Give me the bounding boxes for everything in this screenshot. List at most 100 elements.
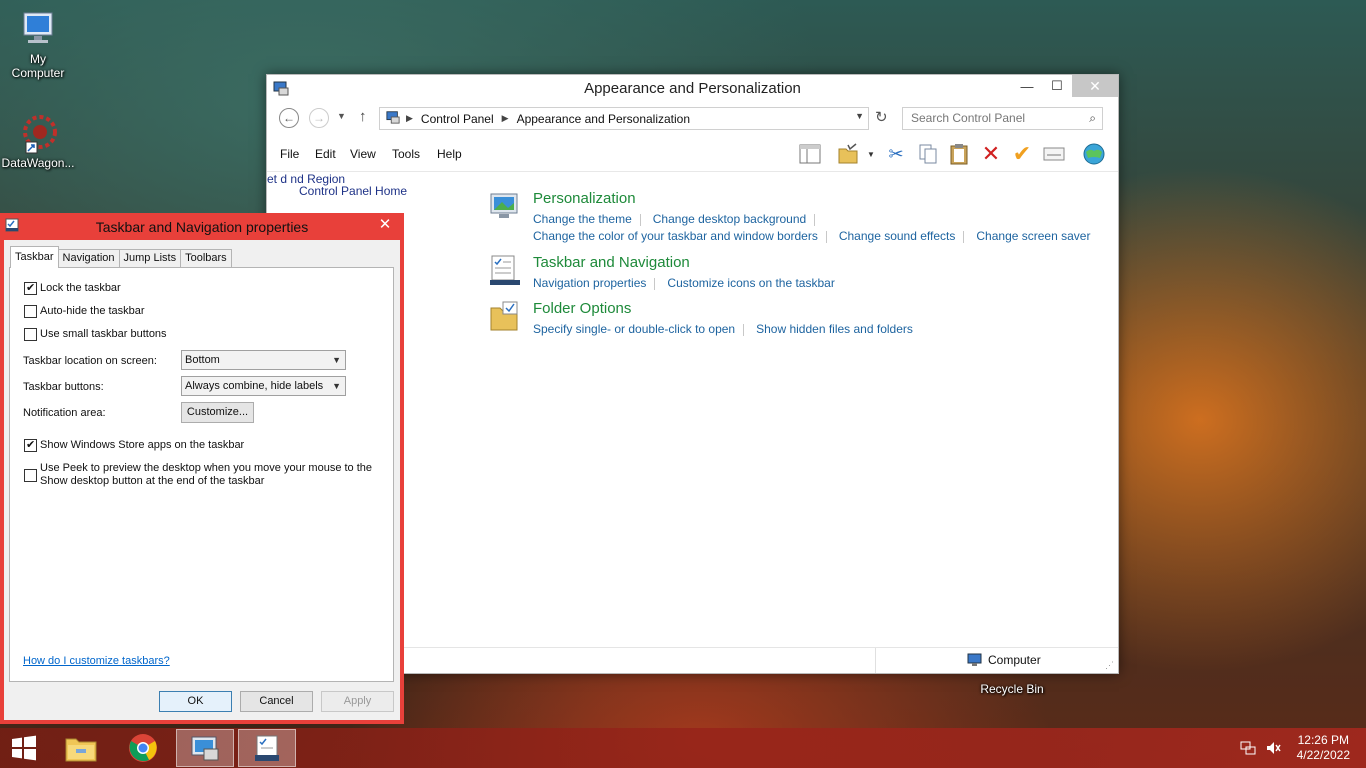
folder-options-icon	[489, 300, 521, 332]
desktop-icon-recycle-bin[interactable]: Recycle Bin	[974, 674, 1050, 696]
volume-muted-icon[interactable]	[1265, 740, 1281, 759]
back-icon[interactable]: ←	[279, 108, 299, 128]
search-icon[interactable]: ⌕	[1089, 108, 1096, 129]
paste-icon[interactable]	[946, 141, 972, 167]
checkbox-peek[interactable]: Use Peek to preview the desktop when you…	[24, 462, 372, 488]
taskbar-chrome[interactable]	[114, 729, 172, 767]
up-icon[interactable]: ↑	[359, 108, 367, 125]
resize-grip-icon[interactable]: ⋰	[1105, 660, 1114, 671]
tab-toolbars[interactable]: Toolbars	[180, 249, 232, 268]
dialog-close-button[interactable]: ✕	[372, 215, 398, 235]
chevron-down-icon: ▼	[332, 381, 341, 391]
checkbox-small-buttons[interactable]: Use small taskbar buttons	[24, 328, 167, 341]
taskbar-file-explorer[interactable]	[52, 729, 110, 767]
tab-jump-lists[interactable]: Jump Lists	[118, 249, 182, 268]
address-dropdown-icon[interactable]: ▼	[855, 111, 864, 121]
checkbox-label: Show Windows Store apps on the taskbar	[40, 439, 245, 451]
link-change-desktop-background[interactable]: Change desktop background	[653, 212, 806, 226]
copy-icon[interactable]	[915, 141, 941, 167]
checkbox-label: Auto-hide the taskbar	[40, 305, 145, 317]
taskbar-properties-dialog[interactable]: Taskbar and Navigation properties ✕ Task…	[0, 213, 404, 724]
breadcrumb-separator-icon: ▶	[501, 113, 509, 123]
location-value: Bottom	[185, 354, 220, 366]
menu-edit[interactable]: Edit	[315, 147, 336, 161]
properties-icon[interactable]	[1041, 141, 1067, 167]
computer-icon	[967, 653, 983, 670]
desktop-icon-my-computer[interactable]: My Computer	[0, 10, 76, 80]
taskbar: 12:26 PM 4/22/2022	[0, 728, 1366, 768]
link-customize-taskbar-icons[interactable]: Customize icons on the taskbar	[667, 276, 834, 290]
cancel-button[interactable]: Cancel	[240, 691, 313, 712]
link-change-taskbar-color[interactable]: Change the color of your taskbar and win…	[533, 229, 818, 243]
nav-fragment[interactable]: d	[280, 172, 287, 186]
refresh-icon[interactable]: ↻	[875, 108, 888, 126]
ok-button[interactable]: OK	[159, 691, 232, 712]
minimize-button[interactable]: —	[1012, 75, 1042, 97]
clock[interactable]: 12:26 PM 4/22/2022	[1297, 733, 1350, 763]
checkbox-auto-hide[interactable]: Auto-hide the taskbar	[24, 305, 145, 318]
menu-help[interactable]: Help	[437, 147, 462, 161]
checkbox-box[interactable]	[24, 281, 37, 295]
clock-date: 4/22/2022	[1296, 748, 1350, 762]
dialog-title: Taskbar and Navigation properties	[95, 219, 309, 235]
menu-file[interactable]: File	[280, 147, 299, 161]
checkbox-box[interactable]	[24, 469, 37, 482]
nav-fragment[interactable]: et	[267, 172, 277, 186]
taskbar-control-panel[interactable]	[176, 729, 234, 767]
tab-navigation[interactable]: Navigation	[57, 249, 120, 268]
tab-strip: Taskbar Navigation Jump Lists Toolbars	[10, 246, 232, 268]
nav-control-panel-home[interactable]: Control Panel Home	[299, 184, 407, 198]
breadcrumb-control-panel[interactable]: Control Panel	[421, 112, 494, 126]
cut-icon[interactable]: ✂	[883, 141, 909, 167]
link-change-theme[interactable]: Change the theme	[533, 212, 632, 226]
desktop-icon-datawagon[interactable]: DataWagon...	[0, 114, 76, 170]
close-button[interactable]: ✕	[1072, 75, 1118, 97]
folder-dropdown-icon[interactable]: ▼	[867, 150, 875, 159]
link-navigation-properties[interactable]: Navigation properties	[533, 276, 646, 290]
tab-taskbar[interactable]: Taskbar	[10, 246, 59, 268]
checkbox-lock-taskbar[interactable]: Lock the taskbar	[24, 281, 121, 295]
menu-tools[interactable]: Tools	[392, 147, 420, 161]
checkbox-box[interactable]	[24, 438, 37, 452]
taskbar-properties[interactable]	[238, 729, 296, 767]
maximize-button[interactable]: ☐	[1042, 75, 1072, 97]
location-label: Taskbar location on screen:	[23, 355, 157, 367]
help-link[interactable]: How do I customize taskbars?	[23, 655, 170, 667]
checkbox-box[interactable]	[24, 328, 37, 341]
location-select[interactable]: Bottom ▼	[181, 350, 346, 370]
category-title[interactable]: Folder Options	[533, 300, 631, 317]
search-input[interactable]: Search Control Panel ⌕	[902, 107, 1103, 130]
buttons-select[interactable]: Always combine, hide labels ▼	[181, 376, 346, 396]
link-show-hidden-files[interactable]: Show hidden files and folders	[756, 322, 913, 336]
recent-pages-chevron-icon[interactable]: ▼	[337, 111, 346, 121]
globe-icon[interactable]	[1081, 141, 1107, 167]
folder-check-icon[interactable]	[835, 141, 861, 167]
chevron-down-icon: ▼	[332, 355, 341, 365]
customize-button[interactable]: Customize...	[181, 402, 254, 423]
desktop-icon-label: Computer	[11, 66, 65, 80]
link-single-double-click[interactable]: Specify single- or double-click to open	[533, 322, 735, 336]
datawagon-icon	[16, 114, 60, 154]
link-change-sound-effects[interactable]: Change sound effects	[839, 229, 956, 243]
forward-icon[interactable]: →	[309, 108, 329, 128]
checkbox-store-apps[interactable]: Show Windows Store apps on the taskbar	[24, 438, 245, 452]
dialog-titlebar[interactable]: Taskbar and Navigation properties ✕	[0, 213, 404, 240]
delete-icon[interactable]: ✕	[978, 141, 1004, 167]
network-icon[interactable]	[1240, 740, 1256, 759]
start-button[interactable]	[0, 729, 48, 767]
window-titlebar[interactable]: Appearance and Personalization — ☐ ✕	[267, 75, 1118, 101]
status-text: Computer	[988, 653, 1041, 667]
category-title[interactable]: Personalization	[533, 190, 636, 207]
buttons-value: Always combine, hide labels	[185, 380, 324, 392]
personalization-icon	[489, 190, 521, 222]
address-bar[interactable]: ▶ Control Panel ▶ Appearance and Persona…	[379, 107, 869, 130]
checkbox-box[interactable]	[24, 305, 37, 318]
computer-icon	[16, 10, 60, 50]
checkmark-icon[interactable]: ✔	[1009, 141, 1035, 167]
apply-button[interactable]: Apply	[321, 691, 394, 712]
breadcrumb-appearance[interactable]: Appearance and Personalization	[517, 112, 690, 126]
menu-view[interactable]: View	[350, 147, 376, 161]
category-title[interactable]: Taskbar and Navigation	[533, 254, 690, 271]
preview-pane-icon[interactable]	[797, 141, 823, 167]
link-change-screen-saver[interactable]: Change screen saver	[976, 229, 1090, 243]
